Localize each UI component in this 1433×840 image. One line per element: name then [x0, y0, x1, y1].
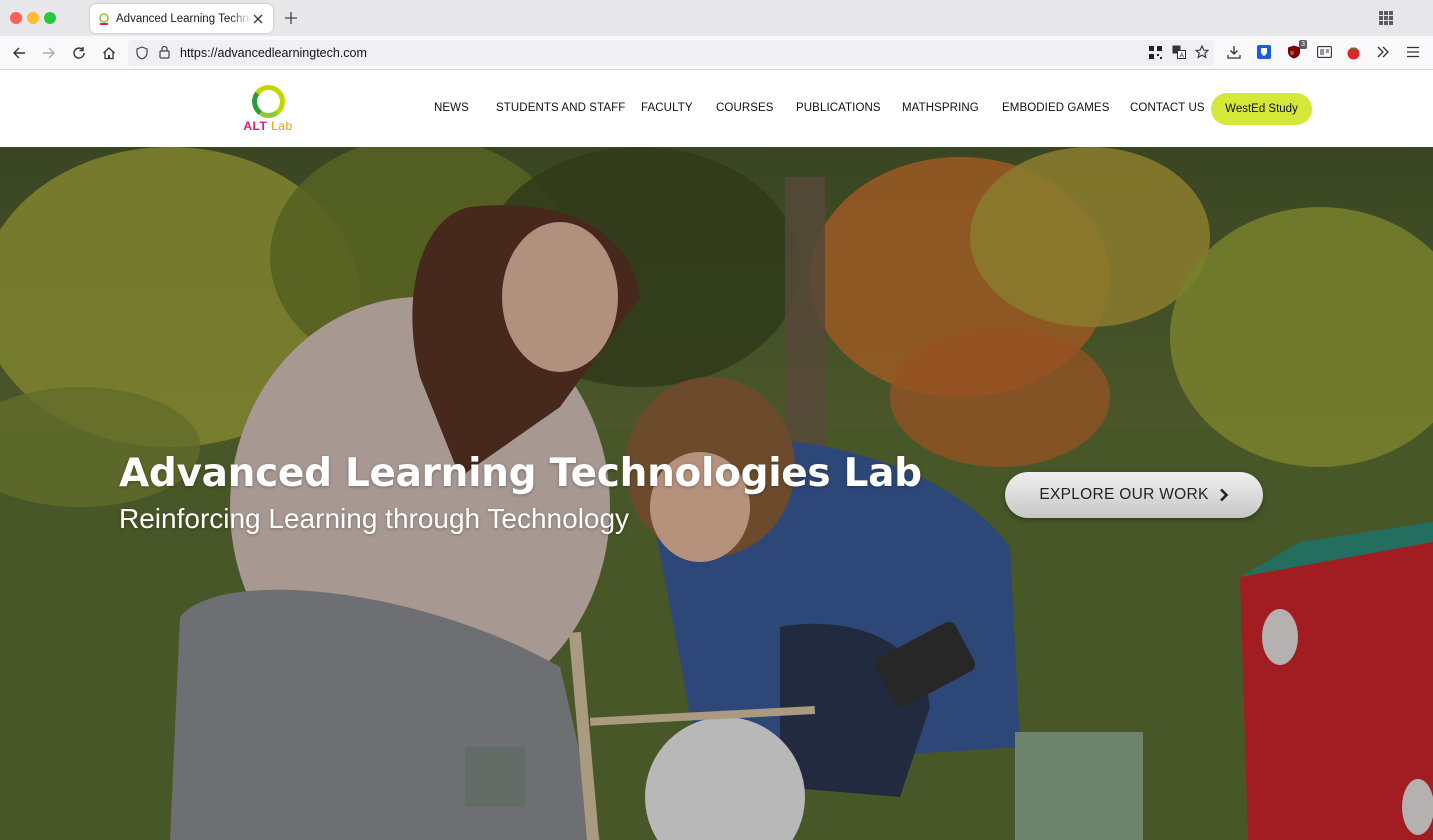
- reload-icon[interactable]: [68, 42, 90, 64]
- ublock-icon[interactable]: u 3: [1286, 40, 1307, 60]
- menu-item-contact-us[interactable]: CONTACT US: [1130, 102, 1205, 114]
- logo-ring-icon: [252, 85, 285, 118]
- menu-item-courses[interactable]: COURSES: [716, 102, 774, 114]
- apps-grid-icon[interactable]: [1379, 11, 1393, 25]
- explore-our-work-button[interactable]: EXPLORE OUR WORK: [1005, 472, 1263, 518]
- tomato-icon[interactable]: [1345, 44, 1361, 60]
- zoom-window-button[interactable]: [44, 12, 56, 24]
- translate-icon[interactable]: A: [1171, 44, 1187, 60]
- hero-subtitle: Reinforcing Learning through Technology: [119, 503, 630, 534]
- svg-text:A: A: [1180, 53, 1185, 60]
- menu-item-publications[interactable]: PUBLICATIONS: [796, 102, 881, 114]
- download-icon[interactable]: [1226, 44, 1242, 60]
- menu-item-faculty[interactable]: FACULTY: [641, 102, 693, 114]
- close-window-button[interactable]: [10, 12, 22, 24]
- menu-item-embodied-games[interactable]: EMBODIED GAMES: [1002, 102, 1109, 114]
- home-icon[interactable]: [98, 42, 120, 64]
- chevron-right-icon: [1219, 488, 1228, 502]
- lock-icon[interactable]: [159, 45, 170, 59]
- browser-tab-bar: Advanced Learning Technologies Lab: [0, 0, 1433, 36]
- menu-item-students-and-staff[interactable]: STUDENTS AND STAFF: [496, 102, 625, 114]
- explore-label: EXPLORE OUR WORK: [1039, 486, 1209, 503]
- new-tab-icon[interactable]: [281, 8, 301, 28]
- bitwarden-icon[interactable]: [1256, 44, 1272, 60]
- logo-text-lab: Lab: [271, 119, 293, 133]
- hero-banner: Advanced Learning Technologies Lab Reinf…: [0, 147, 1433, 840]
- back-icon[interactable]: [8, 42, 30, 64]
- qr-code-icon[interactable]: [1147, 44, 1163, 60]
- logo-text-alt: ALT: [243, 119, 268, 133]
- star-icon[interactable]: [1194, 44, 1210, 60]
- menu-item-mathspring[interactable]: MATHSPRING: [902, 102, 979, 114]
- wested-study-button[interactable]: WestEd Study: [1211, 93, 1312, 125]
- browser-nav-bar: https://advancedlearningtech.com A u 3: [0, 36, 1433, 70]
- svg-text:u: u: [1290, 51, 1293, 57]
- overflow-icon[interactable]: [1375, 44, 1391, 60]
- url-bar[interactable]: https://advancedlearningtech.com: [128, 40, 1214, 66]
- shield-icon[interactable]: [136, 46, 148, 60]
- favicon-icon: [99, 12, 109, 25]
- reader-icon[interactable]: [1316, 44, 1332, 60]
- browser-tab[interactable]: Advanced Learning Technologies Lab: [90, 4, 273, 33]
- site-logo[interactable]: ALT Lab: [237, 85, 299, 133]
- url-text: https://advancedlearningtech.com: [180, 46, 367, 60]
- minimize-window-button[interactable]: [27, 12, 39, 24]
- extension-badge: 3: [1299, 40, 1307, 49]
- menu-icon[interactable]: [1405, 44, 1421, 60]
- tab-title: Advanced Learning Technologies Lab: [116, 12, 251, 25]
- hero-title: Advanced Learning Technologies Lab: [119, 451, 922, 496]
- close-tab-icon[interactable]: [251, 12, 265, 26]
- menu-item-news[interactable]: NEWS: [434, 102, 469, 114]
- site-header: ALT Lab NEWS STUDENTS AND STAFF FACULTY …: [0, 71, 1433, 147]
- forward-icon[interactable]: [38, 42, 60, 64]
